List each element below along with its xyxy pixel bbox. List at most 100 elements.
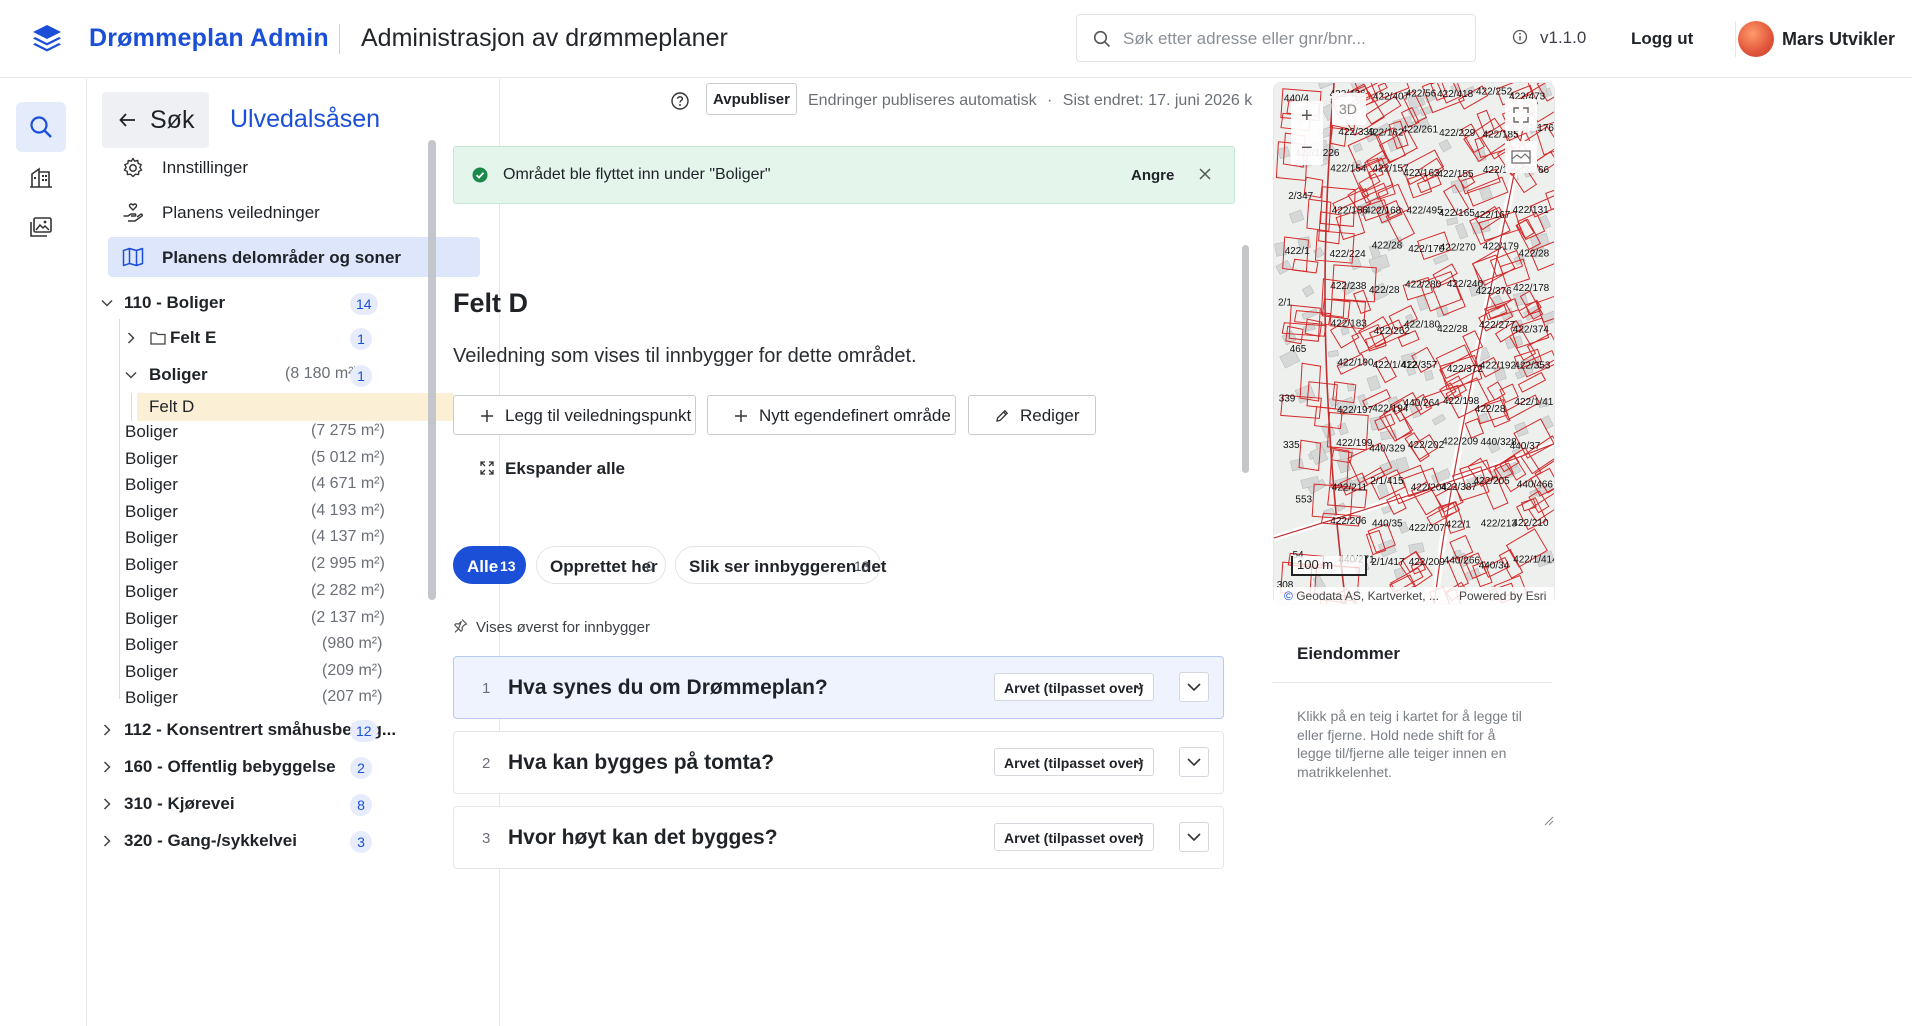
inheritance-select[interactable]: Arvet (tilpasset over)	[994, 748, 1154, 776]
undo-button[interactable]: Angre	[1131, 167, 1174, 184]
parcel-label: 422/197	[1337, 405, 1374, 416]
nav-plan-areas[interactable]: Planens delområder og soner	[108, 237, 480, 277]
address-search[interactable]	[1076, 14, 1476, 62]
plan-name[interactable]: Ulvedalsåsen	[230, 105, 380, 134]
tree-group-112[interactable]: 112 - Konsentrert småhusbebyg... 12	[88, 715, 499, 745]
parcel-label: 422/1	[1285, 246, 1310, 257]
inheritance-select[interactable]: Arvet (tilpasset over)	[994, 823, 1154, 851]
chevron-down-icon	[1134, 684, 1144, 690]
back-to-search-button[interactable]: Søk	[102, 92, 209, 148]
tree-item-label: Boliger	[125, 475, 178, 494]
zoom-in-button[interactable]: +	[1291, 101, 1323, 133]
tree-subgroup-boliger[interactable]: Boliger (8 180 m²) 1	[88, 360, 499, 390]
tree-item[interactable]: Boliger (207 m²)	[88, 683, 499, 713]
nav-settings[interactable]: Innstillinger	[108, 143, 480, 193]
app-brand[interactable]: Drømmeplan Admin	[89, 24, 329, 53]
parcel-label: 422/28	[1372, 240, 1403, 251]
search-input[interactable]	[1123, 25, 1463, 53]
tree-group-320[interactable]: 320 - Gang-/sykkelvei 3	[88, 826, 499, 856]
property-map[interactable]: 422/426422/407422/56422/418422/252422/47…	[1273, 82, 1555, 605]
map-scale-label: 100 m	[1297, 557, 1334, 572]
plan-sidebar: Søk Ulvedalsåsen Innstillinger Planens v…	[88, 79, 500, 1026]
rail-search-button[interactable]	[16, 102, 66, 152]
chevron-down-icon[interactable]	[124, 368, 138, 382]
chevron-right-icon[interactable]	[100, 797, 114, 811]
version-label: v1.1.0	[1540, 28, 1587, 47]
logout-button[interactable]: Logg ut	[1631, 29, 1693, 49]
select-value: Arvet (tilpasset over)	[1004, 830, 1144, 846]
parcel-label: 422/131	[1513, 205, 1550, 216]
chevron-right-icon[interactable]	[100, 760, 114, 774]
folder-icon	[150, 332, 166, 345]
parcel-label: 422/56	[1406, 89, 1437, 100]
chevron-down-icon[interactable]	[100, 296, 114, 310]
map-3d-label: 3D	[1339, 101, 1357, 117]
tree-group-110[interactable]: 110 - Boliger 14	[88, 288, 499, 318]
fullscreen-button[interactable]	[1505, 99, 1537, 131]
avatar[interactable]	[1738, 21, 1774, 57]
add-guide-point-button[interactable]: Legg til veiledningspunkt	[453, 395, 696, 435]
guide-question-card[interactable]: 3 Hvor høyt kan det bygges? Arvet (tilpa…	[453, 806, 1224, 869]
close-icon[interactable]	[1198, 167, 1212, 181]
resize-handle-icon[interactable]	[1544, 816, 1554, 826]
tree-item[interactable]: Boliger (4 137 m²)	[88, 523, 499, 553]
chevron-right-icon[interactable]	[100, 834, 114, 848]
tree-item[interactable]: Boliger (7 275 m²)	[88, 417, 499, 447]
chevron-right-icon[interactable]	[100, 723, 114, 737]
stack-logo-icon[interactable]	[30, 22, 64, 54]
tree-area-size: (2 137 m²)	[311, 609, 385, 626]
filter-count: 0	[646, 558, 654, 574]
rail-images-button[interactable]	[16, 202, 66, 252]
tree-group-310[interactable]: 310 - Kjørevei 8	[88, 789, 499, 819]
tree-item[interactable]: Boliger (2 995 m²)	[88, 550, 499, 580]
tree-item[interactable]: Boliger (4 671 m²)	[88, 470, 499, 500]
inheritance-select[interactable]: Arvet (tilpasset over)	[994, 673, 1154, 701]
chevron-right-icon[interactable]	[124, 331, 138, 345]
parcel-label: 422/28	[1437, 324, 1468, 335]
tree-group-label: 320 - Gang-/sykkelvei	[124, 831, 297, 850]
user-name[interactable]: Mars Utvikler	[1782, 29, 1895, 50]
help-icon[interactable]	[670, 91, 690, 111]
unpublish-button[interactable]: Avpubliser	[706, 83, 797, 115]
tree-item[interactable]: Boliger (2 282 m²)	[88, 577, 499, 607]
filter-label: Opprettet her	[550, 557, 658, 576]
tree-item[interactable]: Boliger (980 m²)	[88, 630, 499, 660]
count-badge: 12	[350, 720, 378, 742]
tree-item-label: Boliger	[125, 662, 178, 681]
parcel-label: 2/1/415	[1370, 476, 1404, 487]
sidebar-scrollbar[interactable]	[428, 140, 436, 600]
rail-buildings-button[interactable]	[16, 152, 66, 202]
plus-icon	[481, 410, 493, 422]
expand-all-button[interactable]: Ekspander alle	[453, 455, 653, 483]
arrow-left-icon	[119, 113, 135, 127]
basemap-button[interactable]	[1505, 141, 1537, 173]
publish-status: Endringer publiseres automatisk · Sist e…	[808, 92, 1253, 110]
parcel-label: 440/264	[1404, 398, 1441, 409]
tree-area-size: (2 995 m²)	[311, 555, 385, 572]
header-divider	[339, 24, 340, 54]
main-scrollbar[interactable]	[1242, 245, 1249, 473]
tree-folder-felt-e[interactable]: Felt E 1	[88, 323, 499, 353]
parcel-label: 2/347	[1288, 191, 1313, 202]
filter-citizen-view[interactable]: Slik ser innbyggeren det 13	[675, 546, 886, 584]
expand-question-button[interactable]	[1179, 747, 1209, 777]
tree-area-size: (980 m²)	[322, 635, 383, 652]
edit-button[interactable]: Rediger	[968, 395, 1096, 435]
button-label: Legg til veiledningspunkt	[505, 406, 692, 425]
count-badge: 1	[350, 328, 372, 350]
nav-plan-guides[interactable]: Planens veiledninger	[108, 188, 480, 238]
expand-question-button[interactable]	[1179, 822, 1209, 852]
tree-item-label: Felt D	[149, 397, 195, 416]
guide-question-card[interactable]: 2 Hva kan bygges på tomta? Arvet (tilpas…	[453, 731, 1224, 794]
filter-all[interactable]: Alle 13	[453, 546, 526, 584]
guide-question-card[interactable]: 1 Hva synes du om Drømmeplan? Arvet (til…	[453, 656, 1224, 719]
zoom-out-button[interactable]: −	[1291, 133, 1323, 165]
new-custom-area-button[interactable]: Nytt egendefinert område	[707, 395, 956, 435]
map-3d-button[interactable]: 3D	[1332, 93, 1366, 125]
filter-created-here[interactable]: Opprettet her 0	[536, 546, 666, 584]
expand-question-button[interactable]	[1179, 672, 1209, 702]
attribution-text[interactable]: © Geodata AS, Kartverket, ...	[1284, 589, 1439, 603]
question-number: 3	[482, 830, 491, 847]
parcel-label: 422/495	[1407, 206, 1444, 217]
tree-group-160[interactable]: 160 - Offentlig bebyggelse 2	[88, 752, 499, 782]
